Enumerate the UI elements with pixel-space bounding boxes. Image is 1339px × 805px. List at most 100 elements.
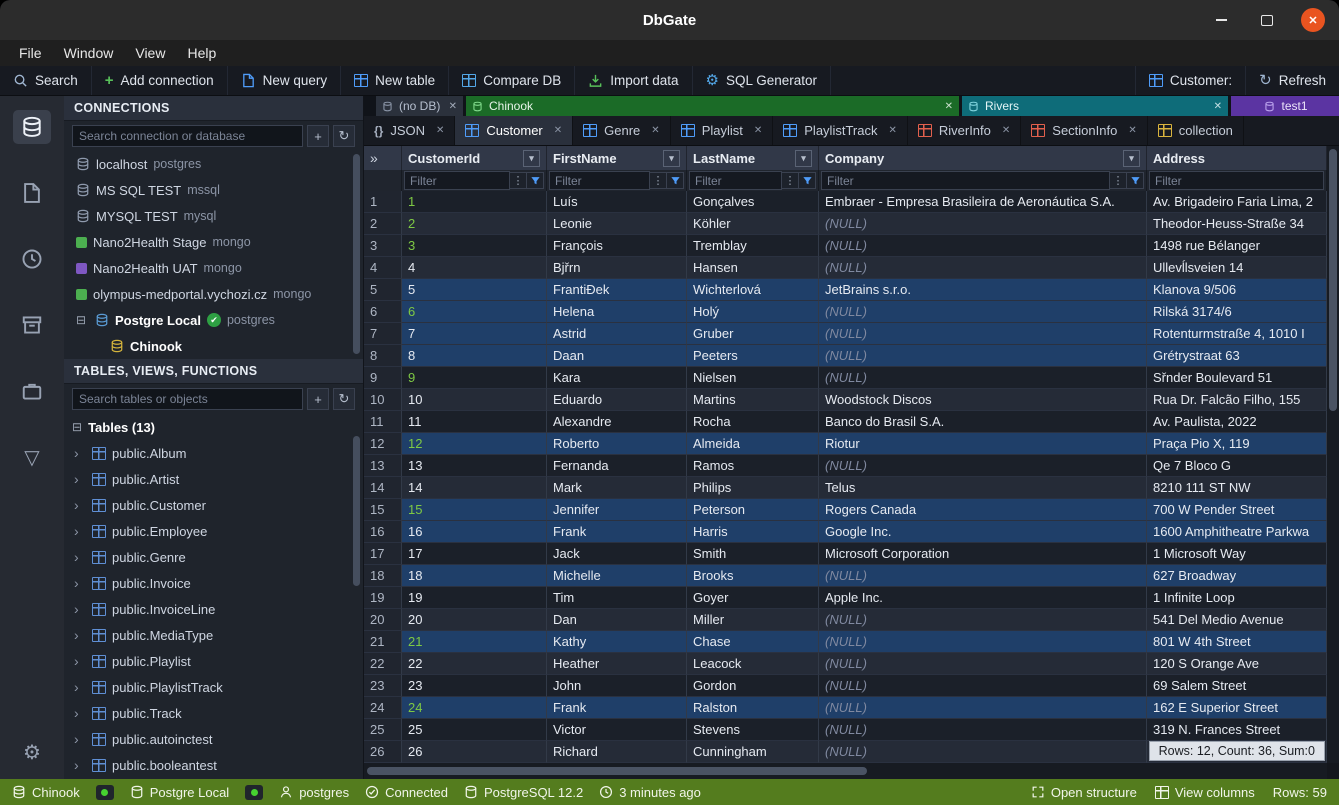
row-number[interactable]: 9 [364,367,402,389]
filter-menu-icon[interactable]: ⋮ [650,172,667,189]
table-list-item[interactable]: › public.MediaType [64,622,363,648]
cell-lastname[interactable]: Martins [687,389,819,411]
connection-search-input[interactable] [72,125,303,147]
filter-input[interactable] [1149,171,1324,190]
cell-company[interactable]: (NULL) [819,565,1147,587]
cell-lastname[interactable]: Köhler [687,213,819,235]
connection-item[interactable]: localhost postgres [64,151,363,177]
table-row[interactable]: 14 14 Mark Philips Telus 8210 111 ST NW [364,477,1327,499]
table-search-input[interactable] [72,388,303,410]
title-bar[interactable]: DbGate ✕ [0,0,1339,40]
open-structure-button[interactable]: Open structure [1031,785,1137,800]
cell-firstname[interactable]: Richard [547,741,687,763]
row-number[interactable]: 20 [364,609,402,631]
table-row[interactable]: 17 17 Jack Smith Microsoft Corporation 1… [364,543,1327,565]
cell-customerid[interactable]: 19 [402,587,547,609]
close-icon[interactable]: ✕ [1128,125,1136,136]
row-number[interactable]: 16 [364,521,402,543]
cell-company[interactable]: (NULL) [819,367,1147,389]
cell-customerid[interactable]: 17 [402,543,547,565]
chevron-down-icon[interactable]: ▾ [523,150,540,167]
table-list-item[interactable]: › public.Employee [64,518,363,544]
table-list-item[interactable]: › public.Invoice [64,570,363,596]
cell-company[interactable]: (NULL) [819,653,1147,675]
table-row[interactable]: 2 2 Leonie Köhler (NULL) Theodor-Heuss-S… [364,213,1327,235]
cell-address[interactable]: Praça Pio X, 119 [1147,433,1327,455]
cell-firstname[interactable]: Mark [547,477,687,499]
cell-firstname[interactable]: Michelle [547,565,687,587]
maximize-button[interactable] [1255,8,1279,32]
table-row[interactable]: 9 9 Kara Nielsen (NULL) Sřnder Boulevard… [364,367,1327,389]
database-tab[interactable]: (no DB) ✕ [376,96,463,116]
column-header-address[interactable]: Address [1147,146,1327,170]
cell-customerid[interactable]: 23 [402,675,547,697]
row-number[interactable]: 2 [364,213,402,235]
funnel-icon[interactable] [667,172,684,189]
chevron-right-icon[interactable]: › [74,601,86,617]
chevron-right-icon[interactable]: › [74,679,86,695]
menu-item[interactable]: File [8,45,53,61]
row-number[interactable]: 19 [364,587,402,609]
filter-input[interactable] [404,171,510,190]
cell-company[interactable]: (NULL) [819,631,1147,653]
file-tab[interactable]: {} JSON ✕ [364,116,455,145]
file-tab[interactable]: Genre ✕ [573,116,671,145]
grid-horizontal-scrollbar[interactable] [364,763,1327,779]
cell-company[interactable]: (NULL) [819,719,1147,741]
cell-customerid[interactable]: 15 [402,499,547,521]
chevron-right-icon[interactable]: › [74,653,86,669]
chevron-right-icon[interactable]: › [74,471,86,487]
rail-database-icon[interactable] [13,110,51,144]
row-number[interactable]: 18 [364,565,402,587]
database-tab[interactable]: Rivers ✕ [962,96,1228,116]
cell-firstname[interactable]: Frank [547,521,687,543]
chevron-down-icon[interactable]: ▾ [1123,150,1140,167]
cell-customerid[interactable]: 3 [402,235,547,257]
cell-address[interactable]: Av. Paulista, 2022 [1147,411,1327,433]
column-header-lastname[interactable]: LastName ▾ [687,146,819,170]
cell-company[interactable]: (NULL) [819,609,1147,631]
cell-customerid[interactable]: 18 [402,565,547,587]
minimize-button[interactable] [1209,8,1233,32]
cell-firstname[interactable]: Kara [547,367,687,389]
chevron-down-icon[interactable]: ▾ [663,150,680,167]
cell-company[interactable]: JetBrains s.r.o. [819,279,1147,301]
row-number[interactable]: 22 [364,653,402,675]
cell-company[interactable]: (NULL) [819,301,1147,323]
cell-firstname[interactable]: Helena [547,301,687,323]
connection-item[interactable]: MYSQL TEST mysql [64,203,363,229]
cell-company[interactable]: (NULL) [819,345,1147,367]
sql-generator-button[interactable]: ⚙ SQL Generator [693,66,832,95]
cell-address[interactable]: 1600 Amphitheatre Parkwa [1147,521,1327,543]
close-icon[interactable]: ✕ [436,125,444,136]
cell-firstname[interactable]: Dan [547,609,687,631]
cell-address[interactable]: Ullevĺlsveien 14 [1147,257,1327,279]
cell-address[interactable]: 1498 rue Bélanger [1147,235,1327,257]
cell-customerid[interactable]: 5 [402,279,547,301]
cell-company[interactable]: (NULL) [819,235,1147,257]
connection-item[interactable]: Chinook [64,333,363,359]
refresh-connections-button[interactable]: ↻ [333,125,355,147]
database-tab[interactable]: Chinook ✕ [466,96,959,116]
row-number[interactable]: 13 [364,455,402,477]
chevron-right-icon[interactable]: › [74,497,86,513]
cell-customerid[interactable]: 7 [402,323,547,345]
table-row[interactable]: 24 24 Frank Ralston (NULL) 162 E Superio… [364,697,1327,719]
chevron-right-icon[interactable]: › [74,731,86,747]
cell-customerid[interactable]: 26 [402,741,547,763]
cell-company[interactable]: (NULL) [819,455,1147,477]
table-list-item[interactable]: › public.Customer [64,492,363,518]
cell-company[interactable]: Riotur [819,433,1147,455]
refresh-button[interactable]: ↻ Refresh [1245,66,1339,95]
cell-customerid[interactable]: 8 [402,345,547,367]
cell-lastname[interactable]: Leacock [687,653,819,675]
cell-customerid[interactable]: 10 [402,389,547,411]
row-number[interactable]: 11 [364,411,402,433]
file-tab[interactable]: Playlist ✕ [671,116,774,145]
cell-address[interactable]: Sřnder Boulevard 51 [1147,367,1327,389]
table-row[interactable]: 7 7 Astrid Gruber (NULL) Rotenturmstraße… [364,323,1327,345]
column-header-customerid[interactable]: CustomerId ▾ [402,146,547,170]
menu-item[interactable]: Help [176,45,227,61]
table-row[interactable]: 15 15 Jennifer Peterson Rogers Canada 70… [364,499,1327,521]
cell-customerid[interactable]: 6 [402,301,547,323]
